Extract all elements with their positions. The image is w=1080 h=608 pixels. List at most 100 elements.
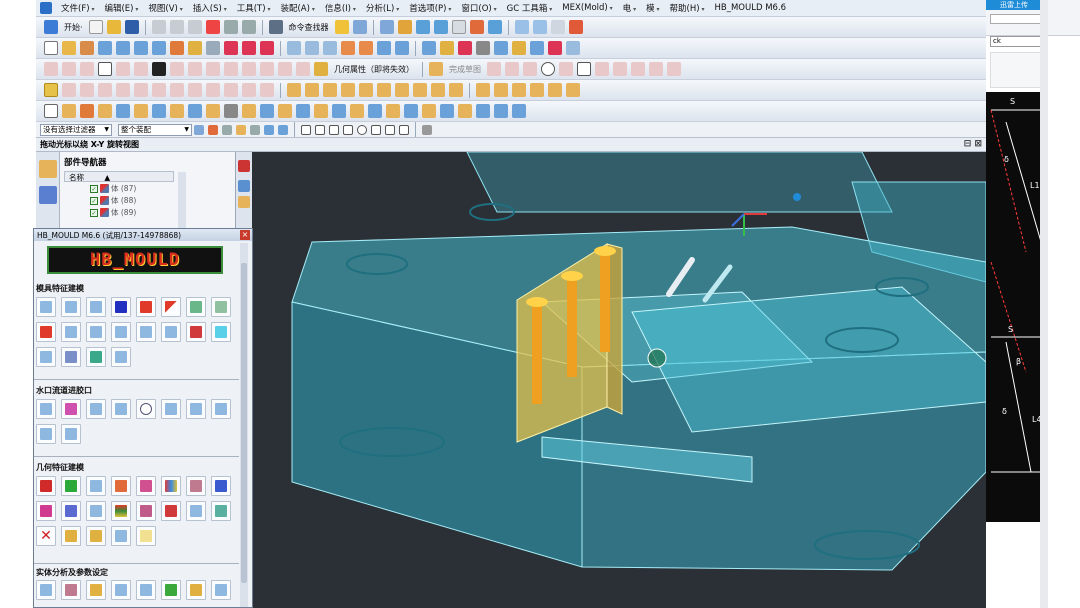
- mirror-icon[interactable]: [440, 41, 454, 55]
- delete-face-icon[interactable]: [476, 41, 490, 55]
- geom-tool-3-icon[interactable]: [86, 476, 106, 496]
- cylinder-body-icon[interactable]: [476, 104, 490, 118]
- join-curve-icon[interactable]: [242, 62, 256, 76]
- circle-icon[interactable]: [80, 62, 94, 76]
- chamfer-icon[interactable]: [305, 41, 319, 55]
- through-curves-icon[interactable]: [170, 83, 184, 97]
- geom-tool-8-icon[interactable]: [211, 476, 231, 496]
- delete-icon[interactable]: ✕: [36, 526, 56, 546]
- cone-body-icon[interactable]: [494, 104, 508, 118]
- sketch-constraint-icon[interactable]: [667, 62, 681, 76]
- solid-cube-icon[interactable]: [98, 104, 112, 118]
- resize-icon[interactable]: [296, 104, 310, 118]
- geom-tool-1-icon[interactable]: [36, 476, 56, 496]
- paste-icon[interactable]: [187, 20, 202, 34]
- cooling-icon[interactable]: [395, 83, 409, 97]
- start-icon[interactable]: [44, 20, 58, 34]
- project-curve-icon[interactable]: [188, 62, 202, 76]
- pattern-icon[interactable]: [422, 41, 436, 55]
- block-icon[interactable]: [98, 41, 112, 55]
- panel-scrollbar[interactable]: [240, 243, 248, 607]
- runner-icon[interactable]: [431, 83, 445, 97]
- edge-blend-icon[interactable]: [287, 41, 301, 55]
- menu-view[interactable]: 视图(V): [143, 2, 187, 14]
- tab-strip[interactable]: [990, 14, 1042, 24]
- insert-icon[interactable]: [377, 83, 391, 97]
- intersect-curve-icon[interactable]: [206, 62, 220, 76]
- menu-information[interactable]: 信息(I): [320, 2, 361, 14]
- command-finder-button[interactable]: 命令查找器: [289, 22, 329, 33]
- sketch-fillet-icon[interactable]: [559, 62, 573, 76]
- sketch-circle-icon[interactable]: [541, 62, 555, 76]
- layout-icon[interactable]: [458, 104, 472, 118]
- part-icon[interactable]: [238, 180, 250, 192]
- patch-icon[interactable]: [566, 41, 580, 55]
- mold-tool-14-icon[interactable]: [161, 322, 181, 342]
- checkbox-icon[interactable]: ✓: [90, 184, 98, 193]
- sketch-trim-icon[interactable]: [613, 62, 627, 76]
- wireframe-icon[interactable]: [451, 20, 466, 34]
- sketch-dimension-icon[interactable]: [649, 62, 663, 76]
- start-button[interactable]: 开始·: [64, 22, 83, 33]
- draft-icon[interactable]: [341, 41, 355, 55]
- fan-gate-icon[interactable]: [161, 399, 181, 419]
- mold-tool-13-icon[interactable]: [136, 322, 156, 342]
- analysis-tool-6-icon[interactable]: [161, 580, 181, 600]
- edit-curve-icon[interactable]: [296, 62, 310, 76]
- offset-face-icon[interactable]: [359, 41, 373, 55]
- menu-window[interactable]: 窗口(O): [456, 2, 501, 14]
- snap-control-icon[interactable]: [329, 124, 339, 135]
- extract-body-icon[interactable]: [170, 104, 184, 118]
- ruled-icon[interactable]: [152, 83, 166, 97]
- cube-view-icon[interactable]: [433, 20, 448, 34]
- shell-icon[interactable]: [323, 41, 337, 55]
- snap-icon[interactable]: [278, 124, 288, 135]
- line-icon[interactable]: [44, 62, 58, 76]
- menu-file[interactable]: 文件(F): [56, 2, 99, 14]
- subtract-icon[interactable]: [242, 41, 256, 55]
- bridge-curve-icon[interactable]: [224, 62, 238, 76]
- group-face-icon[interactable]: [332, 104, 346, 118]
- redo-icon[interactable]: [241, 20, 256, 34]
- mold-tool-15-icon[interactable]: [186, 322, 206, 342]
- menu-help[interactable]: 帮助(H): [665, 2, 710, 14]
- mold-tool-16-icon[interactable]: [211, 322, 231, 342]
- mold-tool-20-icon[interactable]: [111, 347, 131, 367]
- analysis-tool-7-icon[interactable]: [186, 580, 206, 600]
- sketch-line-icon[interactable]: [505, 62, 519, 76]
- window-controls[interactable]: ⊟ ⊠: [964, 139, 982, 149]
- pull-face-icon[interactable]: [350, 104, 364, 118]
- menu-electrode[interactable]: 电: [618, 2, 641, 14]
- mold-tool-7-icon[interactable]: [186, 297, 206, 317]
- snap-icon[interactable]: [250, 124, 260, 135]
- record-icon[interactable]: [238, 160, 250, 172]
- open-folder-icon[interactable]: [106, 20, 121, 34]
- cut-icon[interactable]: [151, 20, 166, 34]
- intersect-icon[interactable]: [260, 41, 274, 55]
- synchronous-icon[interactable]: [512, 41, 526, 55]
- mold-tool-10-icon[interactable]: [61, 322, 81, 342]
- measure-icon[interactable]: [550, 20, 565, 34]
- split-body-icon[interactable]: [395, 41, 409, 55]
- mold-tool-2-icon[interactable]: [61, 297, 81, 317]
- sketch-rectangle-icon[interactable]: [577, 62, 591, 76]
- promote-icon[interactable]: [242, 104, 256, 118]
- history-icon[interactable]: [238, 196, 250, 208]
- boss-icon[interactable]: [188, 41, 202, 55]
- delete-icon[interactable]: [205, 20, 220, 34]
- mold-tool-6-icon[interactable]: [161, 297, 181, 317]
- search-icon[interactable]: [334, 20, 349, 34]
- pin-point-gate-icon[interactable]: [136, 399, 156, 419]
- section-icon[interactable]: [532, 20, 547, 34]
- geom-tool-2-icon[interactable]: [61, 476, 81, 496]
- assembly-navigator-tab-icon[interactable]: [39, 160, 57, 178]
- graphics-viewport[interactable]: [252, 152, 986, 608]
- sketch-profile-icon[interactable]: [487, 62, 501, 76]
- move-face-icon[interactable]: [458, 41, 472, 55]
- menu-insert[interactable]: 插入(S): [188, 2, 232, 14]
- box-icon[interactable]: [206, 104, 220, 118]
- geom-tool-12-icon[interactable]: [111, 501, 131, 521]
- part-cube-icon[interactable]: [386, 104, 400, 118]
- extrude-icon[interactable]: [62, 41, 76, 55]
- replace-face-icon[interactable]: [494, 41, 508, 55]
